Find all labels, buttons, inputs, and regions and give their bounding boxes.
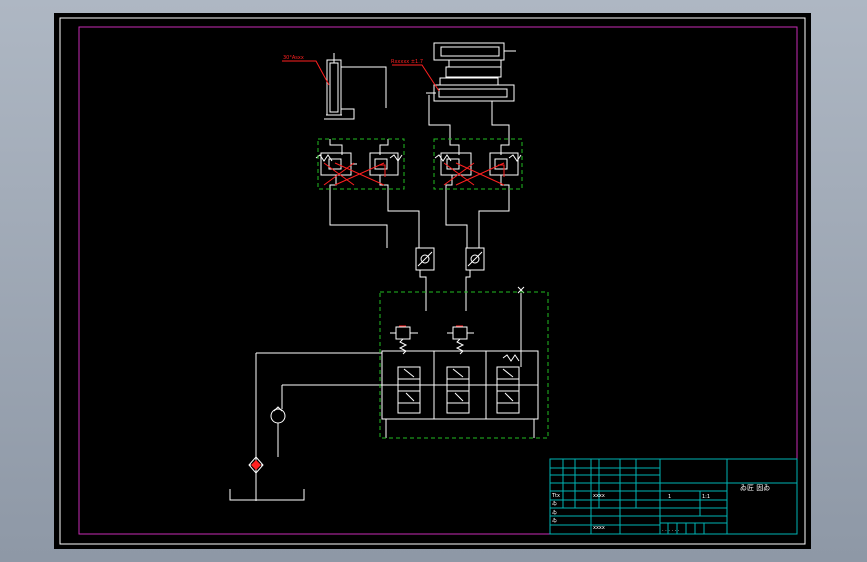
right-cylinder	[426, 42, 516, 139]
left-cross-line-a	[323, 162, 355, 186]
throttle-valve-right	[465, 247, 485, 311]
pump-symbol	[270, 408, 286, 424]
title-block-scale: 1:1	[702, 494, 710, 500]
directional-valve-manifold	[256, 286, 539, 438]
right-cylinder-callout: Rxxxxx ±1.7	[391, 59, 423, 65]
title-block-row-2: ゐ	[552, 500, 557, 507]
right-cross-line-b	[455, 162, 505, 186]
cad-viewport[interactable]: 30°Asxx Rxxxxx ±1.7 Ttx ゐ ゐ ゐ xxxx xxxx …	[54, 13, 811, 549]
left-cylinder-callout: 30°Asxx	[283, 55, 304, 61]
tank-symbol	[229, 489, 305, 501]
title-block-cell-b: xxxx	[593, 525, 605, 531]
title-block-row-1: Ttx	[551, 493, 560, 499]
title-block-cell-a: xxxx	[593, 493, 605, 499]
left-counterbalance-module	[315, 139, 420, 248]
sheet-border	[78, 26, 798, 535]
left-cylinder	[324, 53, 387, 120]
title-block-row-4: ゐ	[552, 517, 557, 524]
drawing-title: ゐ匠 固ゐ	[740, 484, 770, 492]
outer-frame	[59, 17, 806, 545]
right-counterbalance-module	[434, 139, 522, 248]
left-callout-leader	[282, 60, 330, 86]
throttle-valve-left	[415, 247, 435, 311]
title-block-sheet: 1	[668, 494, 671, 500]
pump-filter-tank	[229, 353, 305, 501]
title-block-bottom-hint: · · · · · ·	[662, 528, 680, 534]
manifold-group-box	[379, 291, 549, 439]
left-valve-group-box	[317, 138, 405, 190]
title-block-row-3: ゐ	[552, 509, 557, 516]
left-cross-line-b	[334, 162, 385, 186]
hydraulic-schematic: 30°Asxx Rxxxxx ±1.7 Ttx ゐ ゐ ゐ xxxx xxxx …	[59, 17, 806, 545]
title-block	[549, 458, 798, 535]
right-callout-leader	[392, 64, 440, 92]
